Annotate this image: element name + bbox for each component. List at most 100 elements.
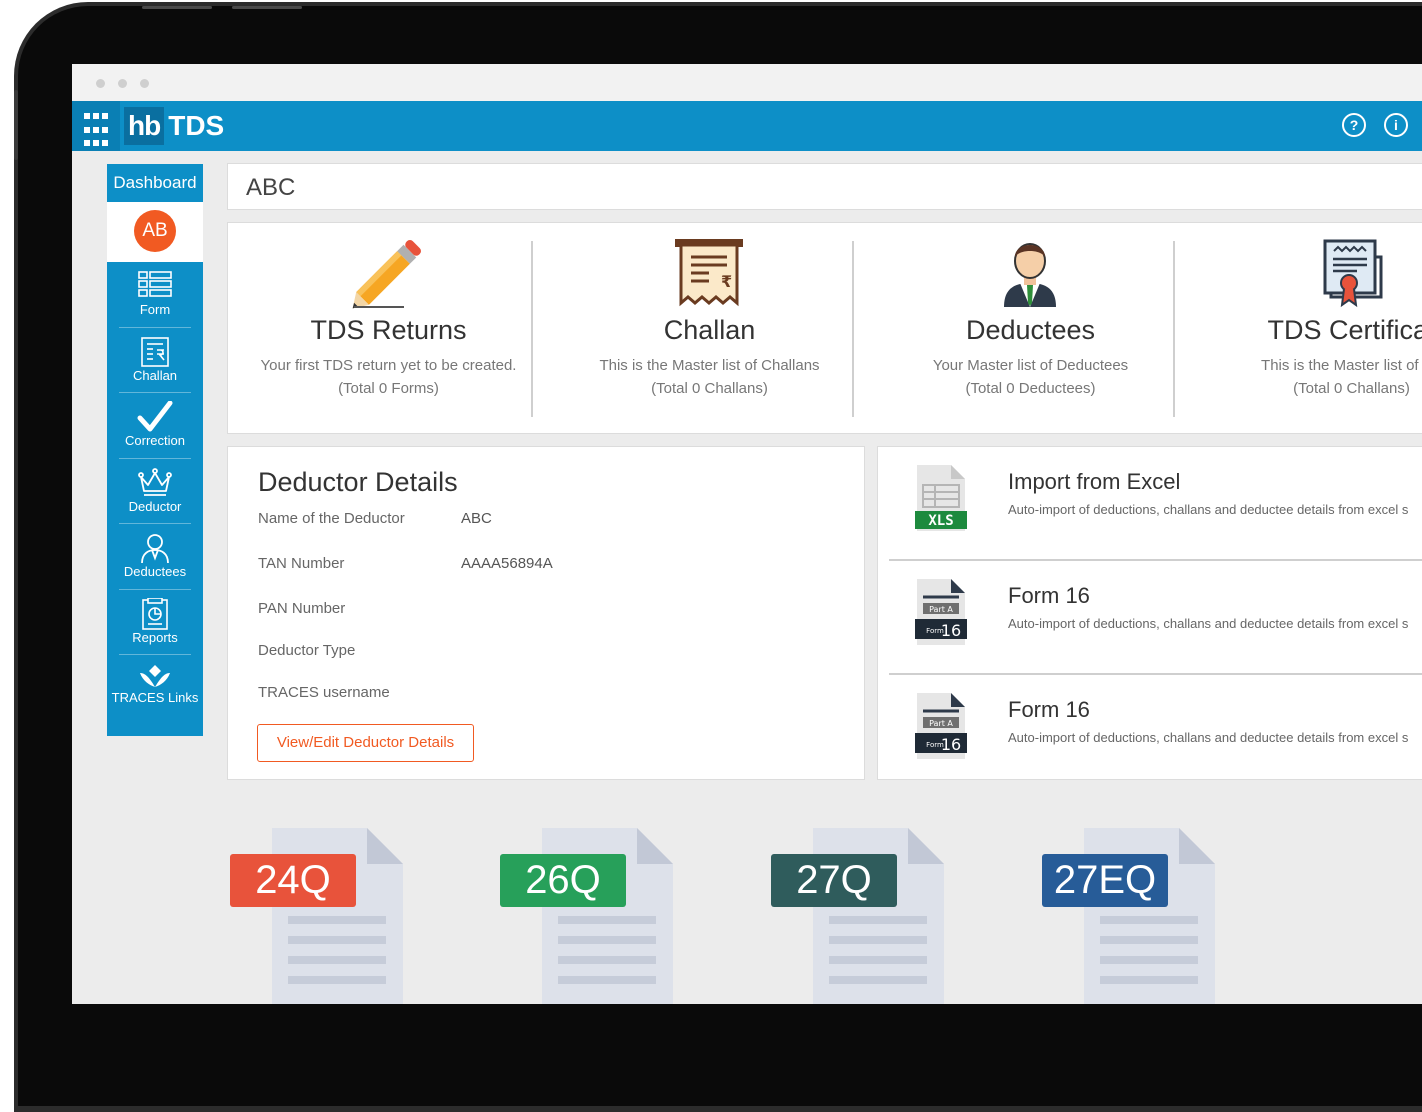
card-divider	[852, 241, 854, 417]
card-title: Deductees	[965, 315, 1096, 345]
device-notch	[142, 6, 212, 9]
apps-grid-icon[interactable]	[72, 101, 120, 151]
deductor-field-label: Name of the Deductor	[258, 510, 405, 527]
form-number: 16	[941, 735, 961, 754]
pencil-icon	[352, 240, 421, 309]
deductor-field-label: TAN Number	[258, 555, 345, 572]
logo-short: hb	[124, 107, 165, 145]
app-screen: hb TDS ? i Dashboard AB Form Challan Cor…	[72, 64, 1422, 1004]
sidebar-item-label: Reports	[132, 629, 178, 645]
import-title: Import from Excel	[1008, 469, 1181, 494]
import-description: Auto-import of deductions, challans and …	[1008, 616, 1409, 631]
info-circle-icon[interactable]: i	[1384, 113, 1408, 137]
app-header: hb TDS ? i	[72, 101, 1422, 151]
card-title: Challan	[663, 315, 756, 345]
form-tag: 27EQ	[1042, 854, 1168, 907]
app-logo[interactable]: hb TDS	[124, 107, 224, 145]
import-options-panel: XLS Import from Excel Auto-import of ded…	[877, 446, 1422, 780]
card-count: (Total 0 Forms)	[338, 380, 439, 397]
form-tag: 24Q	[230, 854, 356, 907]
xls-badge: XLS	[928, 513, 953, 529]
reports-icon	[142, 597, 168, 630]
card-description: This is the Master list of Ch	[1261, 357, 1422, 374]
sidebar-item-challan[interactable]: Challan	[119, 328, 191, 393]
sidebar-item-label: Deductor	[128, 498, 182, 514]
sidebar-item-label: Correction	[125, 433, 185, 448]
card-description: This is the Master list of Challans	[599, 357, 820, 374]
crown-icon	[138, 467, 172, 496]
summary-cards: TDS Returns Your first TDS return yet to…	[227, 222, 1422, 434]
card-description: Your first TDS return yet to be created.	[260, 357, 517, 374]
card-description: Your Master list of Deductees	[932, 357, 1129, 374]
import-form16-item[interactable]: Part A Form 16 Form 16 Auto-import of de…	[889, 675, 1422, 789]
import-title: Form 16	[1008, 583, 1090, 608]
window-dot[interactable]	[118, 79, 127, 88]
form-27q-document[interactable]: 27Q	[771, 828, 946, 1004]
card-count: (Total 0 Deductees)	[965, 380, 1096, 397]
window-titlebar	[72, 64, 1422, 102]
edit-deductor-button[interactable]: View/Edit Deductor Details	[257, 724, 474, 762]
sidebar-item-correction[interactable]: Correction	[119, 393, 191, 459]
xls-file-icon: XLS	[915, 465, 967, 531]
company-name-bar: ABC	[227, 163, 1422, 210]
checkmark-icon	[137, 401, 173, 432]
deductor-field-value: AAAA56894A	[461, 555, 553, 572]
sidebar-item-deductees[interactable]: Deductees	[119, 524, 191, 590]
deductor-field-label: Deductor Type	[258, 642, 356, 659]
sidebar-item-label: TRACES Links	[111, 690, 199, 705]
form-part: Part A	[929, 605, 953, 614]
receipt-icon: ₹	[675, 239, 743, 307]
form16-file-icon: Part A Form 16	[915, 579, 967, 645]
form-27eq-document[interactable]: 27EQ	[1042, 828, 1217, 1004]
person-icon	[141, 534, 169, 564]
card-challan[interactable]: ₹ Challan This is the Master list of Cha…	[549, 223, 870, 435]
card-tds-certificate[interactable]: TDS Certificat This is the Master list o…	[1191, 223, 1422, 435]
card-deductees[interactable]: Deductees Your Master list of Deductees …	[870, 223, 1191, 435]
card-title: TDS Certificat	[1267, 315, 1422, 345]
certificate-icon	[1323, 239, 1383, 308]
deductor-field-label: TRACES username	[258, 684, 390, 701]
card-title: TDS Returns	[310, 315, 467, 345]
deductor-field-value: ABC	[461, 510, 492, 527]
form-list-icon	[138, 271, 172, 297]
card-divider	[531, 241, 533, 417]
sidebar-item-form[interactable]: Form	[119, 262, 191, 328]
card-tds-returns[interactable]: TDS Returns Your first TDS return yet to…	[228, 223, 549, 435]
company-name: ABC	[246, 174, 296, 201]
form-tag: 26Q	[500, 854, 626, 907]
deductor-field-label: PAN Number	[258, 600, 346, 617]
sidebar-item-reports[interactable]: Reports	[119, 590, 191, 655]
window-dot[interactable]	[140, 79, 149, 88]
avatar[interactable]: AB	[134, 210, 176, 252]
person-tie-icon	[1004, 243, 1056, 307]
sidebar-item-deductor[interactable]: Deductor	[119, 459, 191, 524]
sidebar-item-traces-links[interactable]: TRACES Links	[112, 655, 198, 721]
form-26q-document[interactable]: 26Q	[500, 828, 675, 1004]
sidebar: Dashboard AB Form Challan Correction Ded…	[107, 164, 203, 736]
import-form16-item[interactable]: Part A Form 16 Form 16 Auto-import of de…	[889, 561, 1422, 675]
challan-receipt-icon	[141, 336, 169, 367]
import-excel-item[interactable]: XLS Import from Excel Auto-import of ded…	[889, 447, 1422, 561]
device-notch	[232, 6, 302, 9]
traces-logo-icon	[140, 665, 170, 687]
svg-text:₹: ₹	[721, 272, 732, 291]
window-dot[interactable]	[96, 79, 105, 88]
form-number: 16	[941, 621, 961, 640]
form-24q-document[interactable]: 24Q	[230, 828, 405, 1004]
import-description: Auto-import of deductions, challans and …	[1008, 502, 1409, 517]
import-title: Form 16	[1008, 697, 1090, 722]
device-side-button	[14, 90, 18, 160]
sidebar-dashboard[interactable]: Dashboard	[107, 164, 203, 202]
form-tag: 27Q	[771, 854, 897, 907]
sidebar-item-label: Deductees	[123, 564, 187, 579]
deductor-heading: Deductor Details	[258, 467, 458, 497]
sidebar-item-label: Form	[139, 302, 171, 317]
card-count: (Total 0 Challans)	[1293, 380, 1410, 397]
form-part: Part A	[929, 719, 953, 728]
sidebar-item-label: Challan	[132, 367, 178, 383]
import-description: Auto-import of deductions, challans and …	[1008, 730, 1409, 745]
logo-name: TDS	[168, 110, 225, 141]
form16-file-icon: Part A Form 16	[915, 693, 967, 759]
help-circle-icon[interactable]: ?	[1342, 113, 1366, 137]
card-count: (Total 0 Challans)	[651, 380, 768, 397]
